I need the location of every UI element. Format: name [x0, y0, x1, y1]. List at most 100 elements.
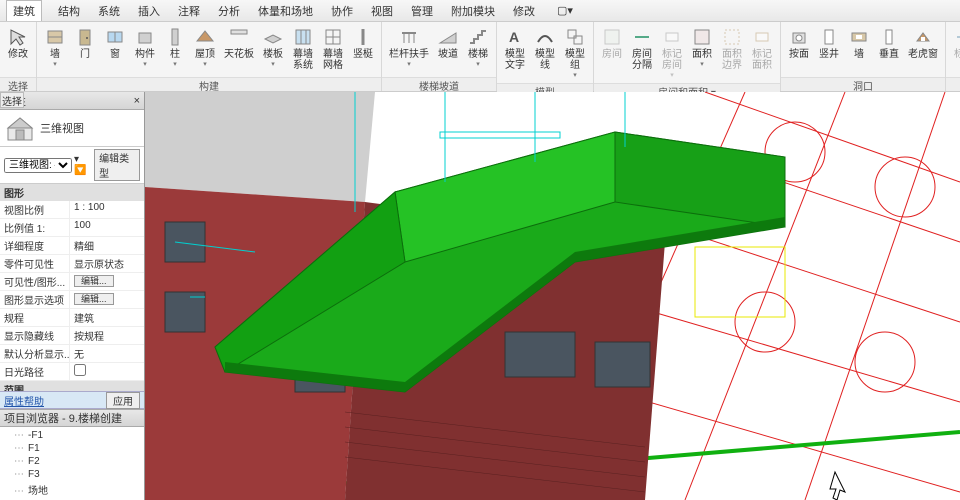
ribbon-vert-button[interactable]: 垂直 — [875, 24, 903, 62]
ribbon-byface-button[interactable]: 按面 — [785, 24, 813, 62]
menu-tab-systems[interactable]: 系统 — [96, 1, 122, 21]
prop-value[interactable]: 按规程 — [70, 327, 144, 344]
type-title: 三维视图 — [40, 120, 84, 136]
close-icon[interactable]: × — [134, 95, 140, 107]
tree-node[interactable]: F3 — [14, 468, 144, 481]
prop-section-header: 图形 — [0, 184, 144, 201]
viewport-canvas[interactable] — [145, 92, 960, 500]
tree-node[interactable]: F2 — [14, 455, 144, 468]
ribbon-roof-button[interactable]: 屋顶▾ — [191, 24, 219, 70]
ribbon-btn-label: 竖梃 — [353, 49, 373, 60]
ribbon-ramp-button[interactable]: 坡道 — [434, 24, 462, 62]
byface-icon — [788, 26, 810, 48]
ribbon-area-button[interactable]: 面积▾ — [688, 24, 716, 70]
ribbon-owall-button[interactable]: 墙 — [845, 24, 873, 62]
ribbon-railing-button[interactable]: 栏杆扶手▾ — [386, 24, 432, 70]
ribbon-arrow-button[interactable]: 修改 — [4, 24, 32, 62]
prop-row[interactable]: 详细程度精细 — [0, 237, 144, 255]
tree-node[interactable]: -F1 — [14, 429, 144, 442]
ribbon-atag-button: 标记面积 — [748, 24, 776, 73]
ribbon-floor-button[interactable]: 楼板▾ — [259, 24, 287, 70]
owall-icon — [848, 26, 870, 48]
tree-node[interactable]: 场地 — [14, 481, 144, 498]
prop-value[interactable]: 显示原状态 — [70, 255, 144, 272]
prop-row[interactable]: 比例值 1:100 — [0, 219, 144, 237]
ribbon-stair-button[interactable]: 楼梯▾ — [464, 24, 492, 70]
ribbon-window-button[interactable]: 窗 — [101, 24, 129, 62]
menu-tab-structure[interactable]: 结构 — [56, 1, 82, 21]
prop-value[interactable] — [70, 363, 144, 380]
menu-tab-architecture[interactable]: 建筑 — [6, 0, 42, 21]
prop-value[interactable]: 无 — [70, 345, 144, 362]
abound-icon — [721, 26, 743, 48]
ribbon-wall-button[interactable]: 墙▾ — [41, 24, 69, 70]
type-instance-select[interactable]: 三维视图: {三维} — [4, 158, 72, 173]
type-selector[interactable]: 三维视图 — [0, 110, 144, 147]
ribbon-group-label: 楼梯坡道 — [382, 77, 496, 91]
ribbon-shaft-button[interactable]: 竖井 — [815, 24, 843, 62]
tree-node[interactable]: F1 — [14, 442, 144, 455]
menu-tab-modify[interactable]: 修改 — [511, 1, 537, 21]
ribbon-comp-button[interactable]: 构件▾ — [131, 24, 159, 70]
prop-row[interactable]: 默认分析显示...无 — [0, 345, 144, 363]
prop-row[interactable]: 图形显示选项编辑... — [0, 291, 144, 309]
arrow-icon — [7, 26, 29, 48]
properties-help-link[interactable]: 属性帮助 — [4, 393, 44, 408]
ribbon-column-button[interactable]: 柱▾ — [161, 24, 189, 70]
prop-value[interactable]: 精细 — [70, 237, 144, 254]
menu-tab-collaborate[interactable]: 协作 — [329, 1, 355, 21]
column-icon — [164, 26, 186, 48]
menu-tab-analyze[interactable]: 分析 — [216, 1, 242, 21]
menu-tab-addins[interactable]: 附加模块 — [449, 1, 497, 21]
edit-button[interactable]: 编辑... — [74, 275, 114, 287]
menu-tab-insert[interactable]: 插入 — [136, 1, 162, 21]
prop-row[interactable]: 显示隐藏线按规程 — [0, 327, 144, 345]
ribbon-cgrid-button[interactable]: 幕墙网格 — [319, 24, 347, 73]
prop-row[interactable]: 日光路径 — [0, 363, 144, 381]
edit-type-button[interactable]: 编辑类型 — [94, 149, 140, 181]
ribbon-mgroup-button[interactable]: 模型组▾ — [561, 24, 589, 81]
type-instance-row: 三维视图: {三维} ▾ 🔽 编辑类型 — [0, 147, 144, 184]
ribbon-mullion-button[interactable]: 竖梃 — [349, 24, 377, 62]
prop-row[interactable]: 零件可见性显示原状态 — [0, 255, 144, 273]
ribbon-curtain-button[interactable]: 幕墙系统 — [289, 24, 317, 73]
chevron-down-icon: ▾ — [476, 60, 480, 68]
ribbon-mline-button[interactable]: 模型线 — [531, 24, 559, 73]
prop-checkbox[interactable] — [74, 364, 86, 376]
project-browser-header[interactable]: 项目浏览器 - 9.楼梯创建 — [0, 409, 144, 427]
dormer-icon — [912, 26, 934, 48]
prop-value[interactable]: 1 : 100 — [70, 201, 144, 218]
menu-tab-manage[interactable]: 管理 — [409, 1, 435, 21]
ribbon-ceiling-button[interactable]: 天花板 — [221, 24, 257, 62]
vert-icon — [878, 26, 900, 48]
edit-button[interactable]: 编辑... — [74, 293, 114, 305]
prop-row[interactable]: 可见性/图形...编辑... — [0, 273, 144, 291]
chevron-down-icon: ▾ — [53, 60, 57, 68]
ribbon-door-button[interactable]: 门 — [71, 24, 99, 62]
ribbon-group-label: 构建 — [37, 77, 381, 91]
prop-value[interactable]: 建筑 — [70, 309, 144, 326]
chevron-down-icon: ▾ — [271, 60, 275, 68]
prop-row[interactable]: 规程建筑 — [0, 309, 144, 327]
prop-value[interactable]: 100 — [70, 219, 144, 236]
select-mode-label[interactable]: 选择 — [0, 92, 24, 108]
left-panels: 属性 × 三维视图 三维视图: {三维} ▾ 🔽 编辑类型 图形视图比例1 : … — [0, 92, 145, 500]
ribbon-mtext-button[interactable]: A模型文字 — [501, 24, 529, 73]
prop-row[interactable]: 视图比例1 : 100 — [0, 201, 144, 219]
ribbon-rsep-button[interactable]: 房间分隔 — [628, 24, 656, 73]
prop-key: 比例值 1: — [0, 219, 70, 236]
level-icon — [953, 26, 960, 48]
menu-tab-view[interactable]: 视图 — [369, 1, 395, 21]
viewport-3d[interactable] — [145, 92, 960, 500]
menu-tab-massing[interactable]: 体量和场地 — [256, 1, 315, 21]
area-icon — [691, 26, 713, 48]
ribbon-dormer-button[interactable]: 老虎窗 — [905, 24, 941, 62]
filter-icon[interactable]: ▾ 🔽 — [74, 154, 92, 176]
prop-value[interactable]: 编辑... — [70, 273, 144, 290]
menu-extra-icon[interactable]: ▢▾ — [557, 4, 573, 17]
prop-value[interactable]: 编辑... — [70, 291, 144, 308]
chevron-down-icon: ▾ — [407, 60, 411, 68]
ribbon-group-label: 选择 — [0, 77, 36, 91]
apply-button[interactable]: 应用 — [106, 392, 140, 409]
menu-tab-annotate[interactable]: 注释 — [176, 1, 202, 21]
